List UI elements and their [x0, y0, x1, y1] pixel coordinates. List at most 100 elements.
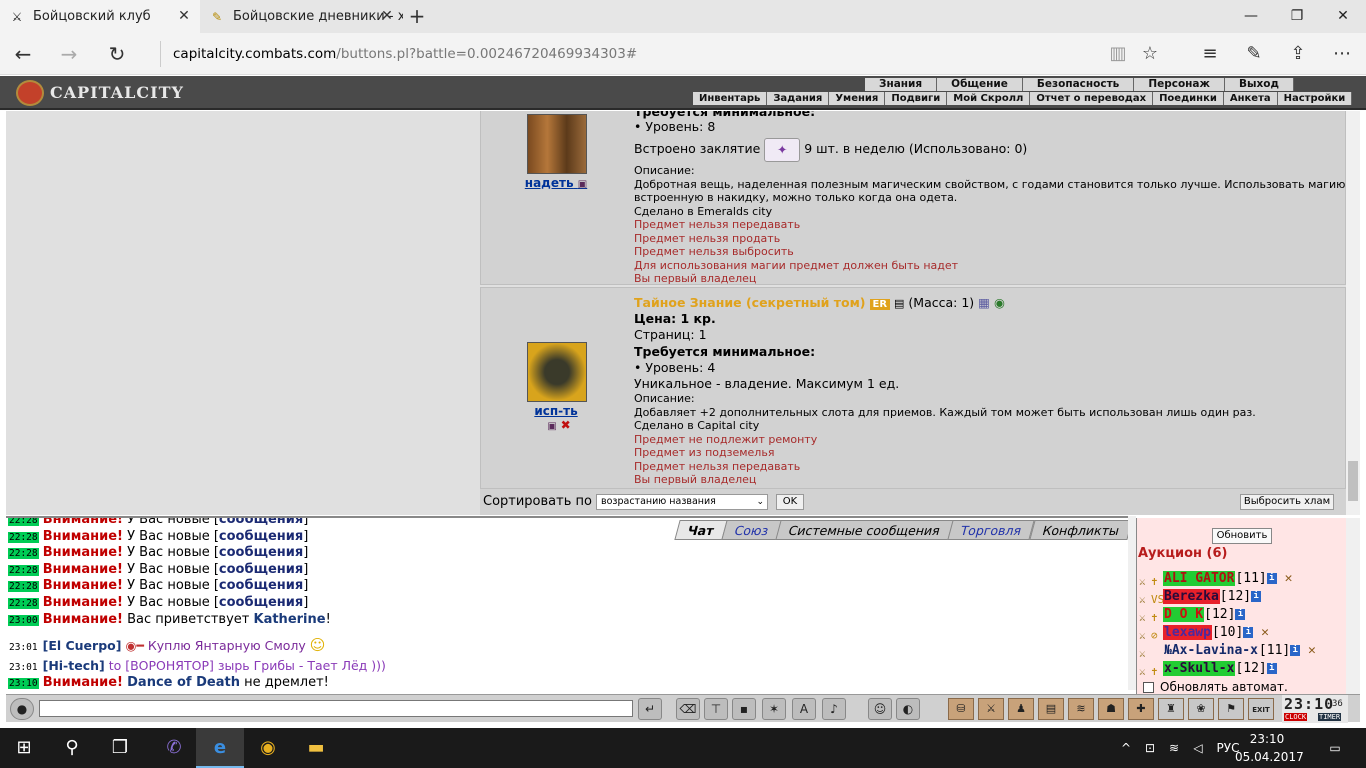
- eraser-icon[interactable]: ⌫: [676, 698, 700, 720]
- tools-icon[interactable]: ✚: [1128, 698, 1154, 720]
- file-explorer-icon[interactable]: ▬: [292, 728, 340, 768]
- tab-combats[interactable]: ⚔ Бойцовский клуб ✕: [0, 0, 200, 33]
- auto-refresh-checkbox[interactable]: [1143, 682, 1154, 693]
- volume-icon[interactable]: ♪: [822, 698, 846, 720]
- exit-button[interactable]: EXIT: [1248, 698, 1274, 720]
- character-name[interactable]: Katherine: [254, 612, 326, 627]
- back-icon[interactable]: ←: [0, 33, 46, 75]
- crossed-swords-icon[interactable]: ⚔: [1139, 591, 1151, 606]
- smiles-icon[interactable]: ☺: [868, 698, 892, 720]
- equip-link[interactable]: надеть ▣: [481, 176, 631, 190]
- web-note-icon[interactable]: ✎: [1234, 33, 1274, 75]
- tab-chat[interactable]: Чат: [674, 520, 728, 540]
- submenu-item[interactable]: Мой Скролл: [947, 92, 1031, 105]
- messages-link[interactable]: сообщения: [219, 518, 303, 527]
- submenu-item[interactable]: Умения: [829, 92, 886, 105]
- player-name[interactable]: x-Skull-x: [1163, 661, 1236, 676]
- item-title[interactable]: Тайное Знание (секретный том): [634, 295, 866, 310]
- network-status-icon[interactable]: ⊡: [1140, 728, 1160, 768]
- search-icon[interactable]: ⚲: [48, 728, 96, 768]
- player-name[interactable]: ALI GATOR: [1163, 571, 1236, 586]
- menu-item[interactable]: Персонаж: [1134, 78, 1225, 91]
- save-icon[interactable]: ▪: [732, 698, 756, 720]
- scroll-icon[interactable]: ≋: [1068, 698, 1094, 720]
- info-icon[interactable]: i: [1290, 645, 1301, 656]
- close-tab-icon[interactable]: ✕: [377, 0, 397, 33]
- scroll-thumb[interactable]: [1348, 461, 1358, 501]
- text-size-icon[interactable]: A: [792, 698, 816, 720]
- tab-diaries[interactable]: ✎ Бойцовские дневники - х-: ✕: [200, 0, 403, 33]
- player-name[interactable]: lexawp: [1163, 625, 1212, 640]
- info-icon[interactable]: i: [1251, 591, 1262, 602]
- menu-item[interactable]: Общение: [937, 78, 1023, 91]
- tab-system[interactable]: Системные сообщения: [775, 520, 955, 540]
- sort-select[interactable]: возрастанию названия ⌄: [596, 494, 768, 510]
- drop-junk-button[interactable]: Выбросить хлам: [1240, 494, 1334, 510]
- chrome-icon[interactable]: ◉: [244, 728, 292, 768]
- tome-image[interactable]: [527, 342, 587, 402]
- tab-union[interactable]: Союз: [721, 520, 783, 540]
- url-field[interactable]: capitalcity.combats.com/buttons.pl?battl…: [160, 41, 1080, 67]
- submenu-item[interactable]: Анкета: [1224, 92, 1278, 105]
- close-window-button[interactable]: ✕: [1320, 0, 1366, 33]
- info-icon[interactable]: i: [1235, 609, 1246, 620]
- spell-scroll-icon[interactable]: ✦: [764, 137, 801, 162]
- chat-filter-icon[interactable]: ◐: [896, 698, 920, 720]
- hub-icon[interactable]: ≡: [1190, 33, 1230, 75]
- refresh-icon[interactable]: ↻: [94, 33, 140, 75]
- crossed-swords-icon[interactable]: ⚔: [1139, 573, 1151, 588]
- submenu-item[interactable]: Инвентарь: [693, 92, 768, 105]
- tab-conflicts[interactable]: Конфликты: [1029, 520, 1130, 540]
- team-icon[interactable]: ☗: [1098, 698, 1124, 720]
- player-name[interactable]: №Ax-Lavina-x: [1163, 643, 1259, 658]
- chevron-up-icon[interactable]: ^: [1116, 728, 1136, 768]
- menu-item[interactable]: Знания: [865, 78, 938, 91]
- quest-icon[interactable]: ❀: [1188, 698, 1214, 720]
- chest-icon[interactable]: ▤: [1038, 698, 1064, 720]
- info-icon[interactable]: i: [1266, 663, 1277, 674]
- submenu-item[interactable]: Отчет о переводах: [1030, 92, 1154, 105]
- refresh-button[interactable]: Обновить: [1212, 528, 1272, 544]
- filter-icon[interactable]: ⊤: [704, 698, 728, 720]
- pouch-icon[interactable]: ♟: [1008, 698, 1034, 720]
- edge-icon[interactable]: e: [196, 728, 244, 768]
- messages-link[interactable]: сообщения: [219, 578, 303, 593]
- windows-start-icon[interactable]: ⊞: [0, 728, 48, 768]
- messages-link[interactable]: сообщения: [219, 529, 303, 544]
- info-icon[interactable]: i: [1266, 573, 1277, 584]
- crossed-swords-icon[interactable]: ⚔: [1139, 609, 1151, 624]
- close-tab-icon[interactable]: ✕: [174, 0, 194, 33]
- chat-nick[interactable]: [Hi-tech]: [43, 658, 105, 673]
- task-view-icon[interactable]: ❐: [96, 728, 144, 768]
- notifications-icon[interactable]: ▭: [1320, 728, 1350, 768]
- menu-item[interactable]: Выход: [1225, 78, 1294, 91]
- forward-icon[interactable]: →: [46, 33, 92, 75]
- menu-item[interactable]: Безопасность: [1023, 78, 1135, 91]
- viber-icon[interactable]: ✆: [150, 728, 198, 768]
- cloak-image[interactable]: [527, 114, 587, 174]
- submenu-item[interactable]: Задания: [767, 92, 830, 105]
- messages-link[interactable]: сообщения: [219, 595, 303, 610]
- crossed-swords-icon[interactable]: ⚔: [1139, 627, 1151, 642]
- messages-link[interactable]: сообщения: [219, 562, 303, 577]
- tab-trade[interactable]: Торговля: [947, 520, 1036, 540]
- sword-icon[interactable]: ⚔: [978, 698, 1004, 720]
- wifi-icon[interactable]: ≋: [1164, 728, 1184, 768]
- chat-input[interactable]: [39, 700, 633, 717]
- favorite-star-icon[interactable]: ☆: [1130, 33, 1170, 75]
- sort-ok-button[interactable]: OK: [776, 494, 804, 510]
- attack-icon[interactable]: ✕: [1253, 625, 1269, 640]
- taskbar-clock[interactable]: 23:10 05.04.2017: [1235, 730, 1304, 766]
- send-icon[interactable]: ↵: [638, 698, 662, 720]
- bag-icon[interactable]: ⛁: [948, 698, 974, 720]
- info-icon[interactable]: i: [1243, 627, 1254, 638]
- player-name[interactable]: Berezka: [1163, 589, 1220, 604]
- auction-scrollbar[interactable]: [1346, 518, 1360, 694]
- new-tab-button[interactable]: +: [404, 0, 430, 33]
- castle-icon[interactable]: ♜: [1158, 698, 1184, 720]
- minimize-button[interactable]: —: [1228, 0, 1274, 33]
- walk-icon[interactable]: ✶: [762, 698, 786, 720]
- messages-link[interactable]: сообщения: [219, 545, 303, 560]
- crossed-swords-icon[interactable]: ⚔: [1139, 645, 1151, 660]
- attack-icon[interactable]: ✕: [1300, 643, 1316, 658]
